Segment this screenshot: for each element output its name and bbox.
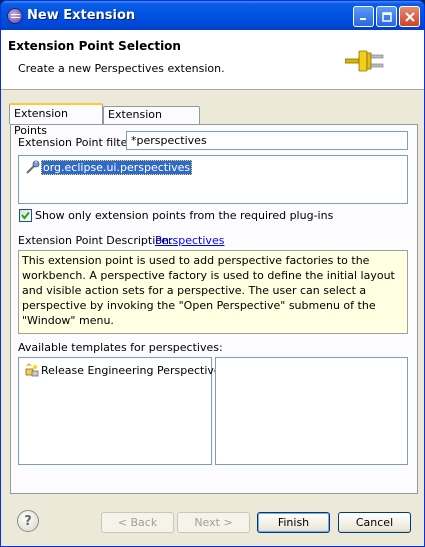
minimize-icon [360, 18, 366, 20]
back-button[interactable]: < Back [101, 512, 174, 533]
page-description: Create a new Perspectives extension. [18, 62, 225, 75]
templates-list[interactable]: Release Engineering Perspective [18, 357, 221, 465]
minimize-button[interactable] [353, 6, 374, 27]
help-button[interactable]: ? [17, 510, 39, 532]
plug-icon [345, 50, 384, 72]
new-extension-window: New Extension Extension Point Selection … [0, 0, 425, 547]
close-button[interactable] [399, 6, 420, 27]
tab-extension-points[interactable]: Extension Points [9, 103, 103, 137]
description-label: Extension Point Description: [18, 234, 173, 247]
next-button[interactable]: Next > [177, 512, 250, 533]
maximize-icon [381, 11, 392, 22]
tab-extension-wizards[interactable]: Extension Wizards [103, 106, 200, 137]
extension-point-icon [26, 160, 40, 174]
extension-point-description: This extension point is used to add pers… [18, 250, 408, 334]
back-button-label: < Back [117, 516, 158, 529]
perspectives-link[interactable]: Perspectives [155, 234, 224, 247]
cancel-button-label: Cancel [355, 516, 394, 529]
show-required-checkbox[interactable] [19, 209, 32, 222]
show-required-label: Show only extension points from the requ… [35, 209, 334, 222]
window-title: New Extension [27, 8, 136, 23]
list-item[interactable]: org.eclipse.ui.perspectives [25, 159, 193, 175]
extension-point-label: org.eclipse.ui.perspectives [41, 159, 193, 175]
title-bar: New Extension [1, 1, 424, 30]
next-button-label: Next > [194, 516, 233, 529]
template-preview-pane [215, 357, 408, 465]
list-item[interactable]: Release Engineering Perspective [24, 362, 221, 378]
eclipse-icon [7, 8, 23, 24]
template-label: Release Engineering Perspective [41, 363, 221, 377]
page-title: Extension Point Selection [8, 39, 181, 53]
maximize-button[interactable] [376, 6, 397, 27]
templates-label: Available templates for perspectives: [18, 341, 223, 354]
template-icon [25, 363, 39, 377]
checkmark-icon [21, 211, 30, 220]
finish-button[interactable]: Finish [257, 512, 330, 533]
help-icon: ? [24, 513, 32, 529]
close-icon [404, 11, 415, 22]
wizard-header: Extension Point Selection Create a new P… [1, 30, 424, 90]
description-text: This extension point is used to add pers… [22, 254, 395, 327]
finish-button-label: Finish [277, 516, 310, 529]
filter-input[interactable] [126, 131, 408, 150]
extension-point-list[interactable]: org.eclipse.ui.perspectives [18, 155, 408, 204]
cancel-button[interactable]: Cancel [338, 512, 411, 533]
